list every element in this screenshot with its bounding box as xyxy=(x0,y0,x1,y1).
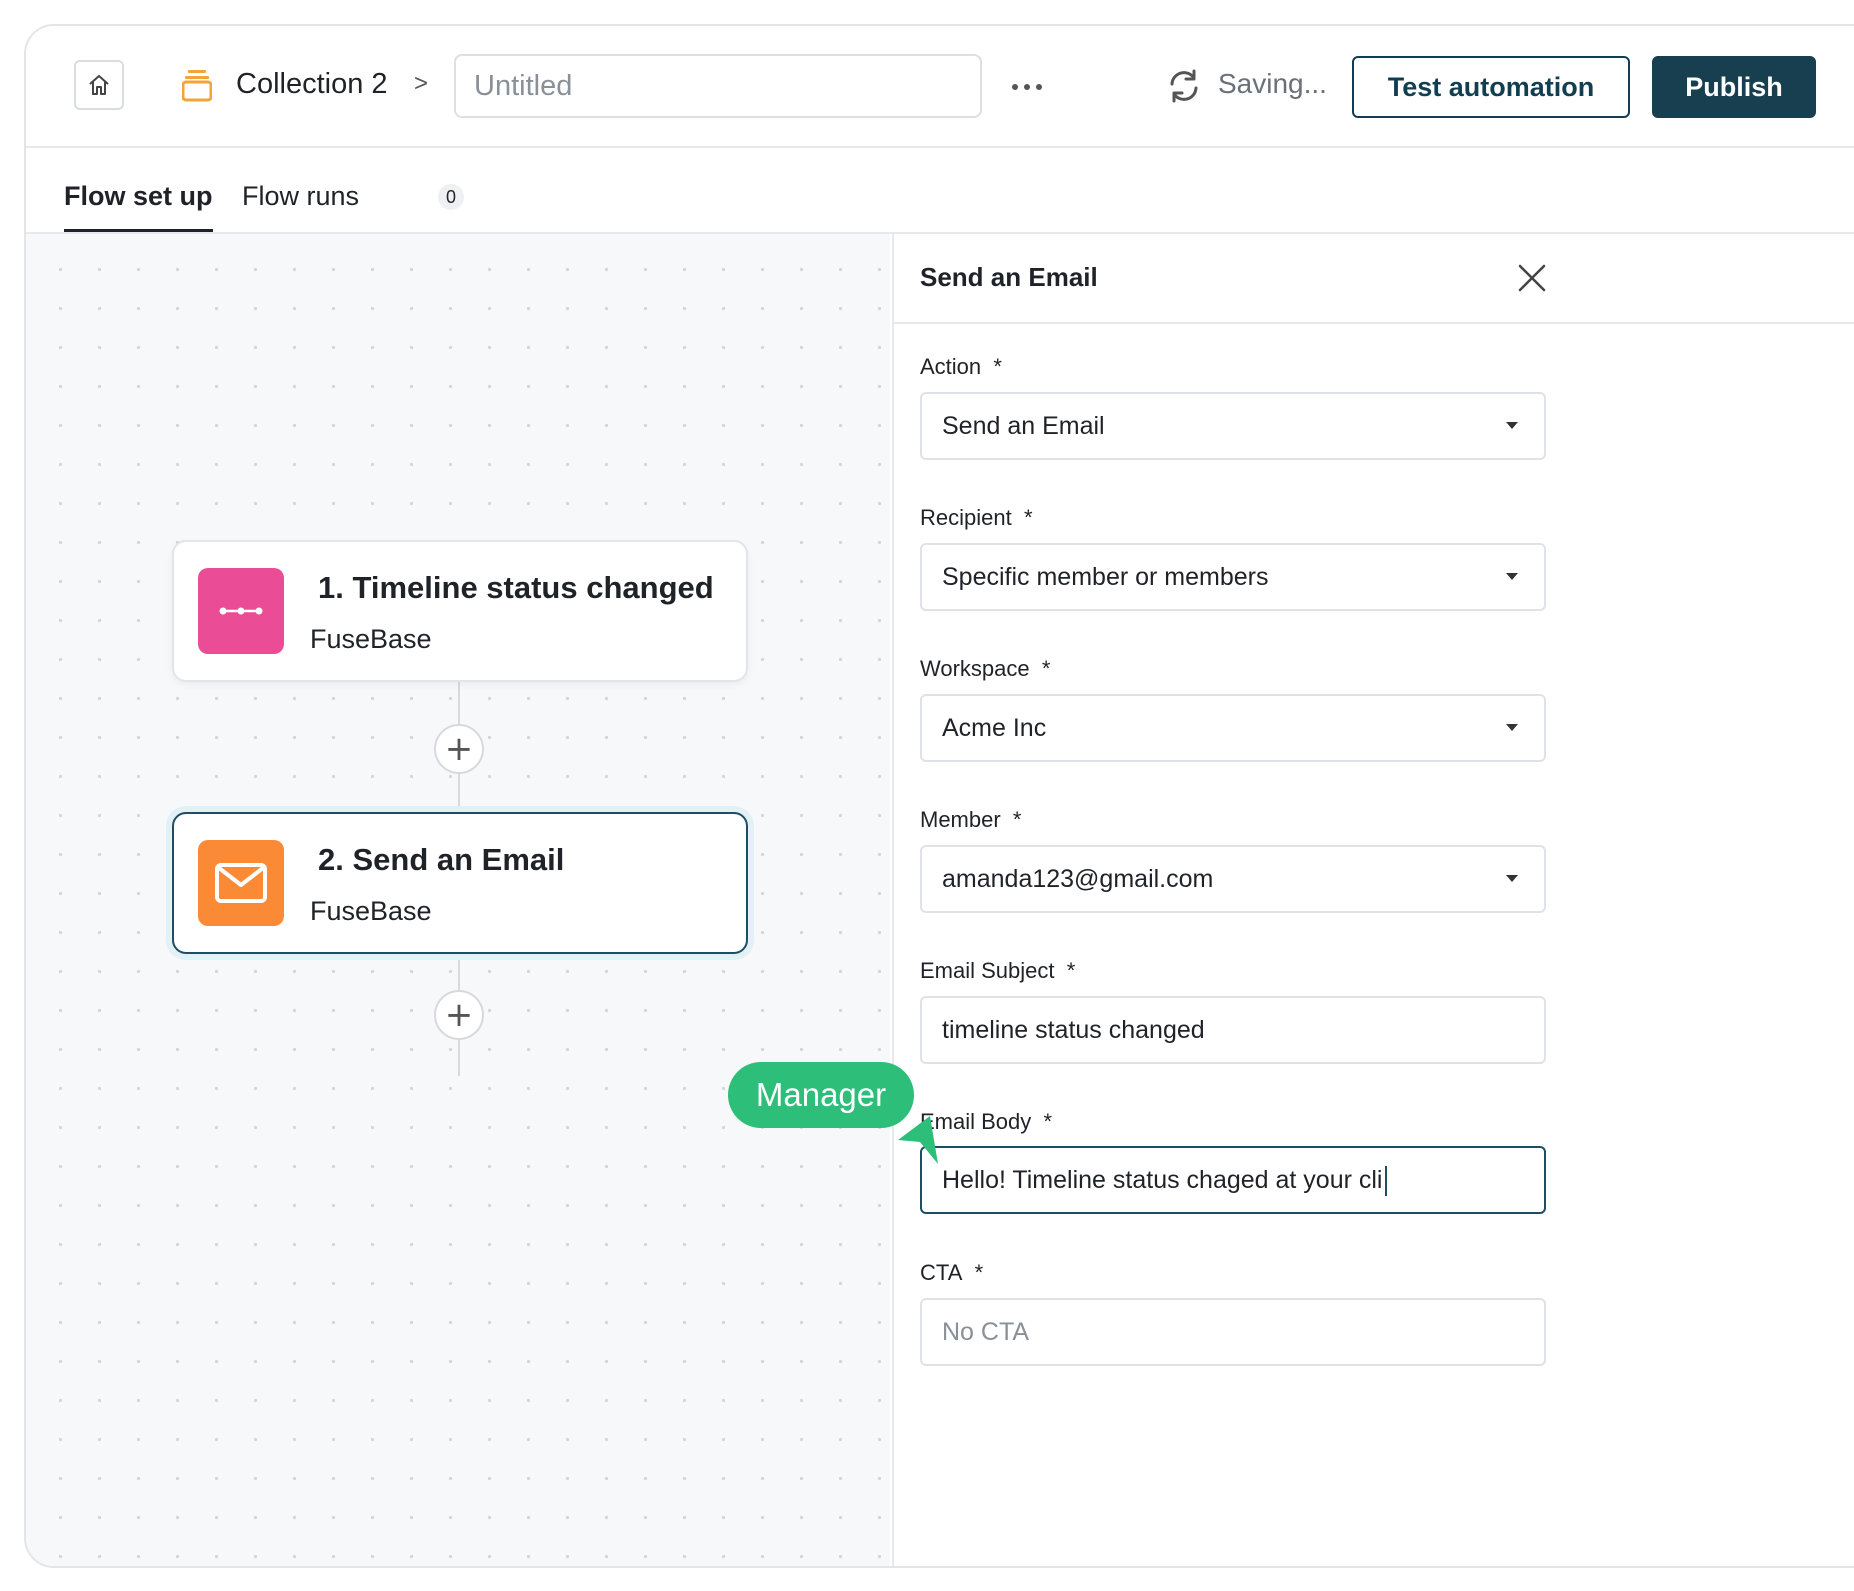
connector-line xyxy=(458,1040,460,1076)
collection-icon xyxy=(182,70,212,102)
tab-bar: Flow set up Flow runs 0 xyxy=(26,148,1854,234)
top-bar: Collection 2 > Saving... Test automation… xyxy=(26,26,1854,148)
email-subject-input[interactable]: timeline status changed xyxy=(920,996,1546,1064)
flow-node-send-email[interactable]: 2. Send an Email FuseBase xyxy=(172,812,748,954)
publish-button[interactable]: Publish xyxy=(1652,56,1816,118)
breadcrumb-separator: > xyxy=(414,70,429,97)
node-title: 2. Send an Email xyxy=(318,842,565,877)
panel-header: Send an Email xyxy=(894,234,1854,324)
node-app-name: FuseBase xyxy=(310,896,432,926)
chevron-down-icon xyxy=(1506,724,1518,731)
add-step-button[interactable]: + xyxy=(434,724,484,774)
close-icon[interactable] xyxy=(1514,260,1550,296)
more-dots-icon xyxy=(1012,84,1018,90)
tab-flow-runs[interactable]: Flow runs xyxy=(242,148,359,232)
flow-canvas[interactable]: + + 1. Timeline status changed FuseBase xyxy=(26,234,890,1566)
node-title: 1. Timeline status changed xyxy=(318,570,714,605)
chevron-down-icon xyxy=(1506,875,1518,882)
step-settings-panel: Send an Email Action * Send an Email Rec… xyxy=(892,234,1854,1566)
chevron-down-icon xyxy=(1506,573,1518,580)
workspace-label: Workspace * xyxy=(920,656,1051,681)
saving-status: Saving... xyxy=(1218,68,1327,99)
cta-label: CTA * xyxy=(920,1260,984,1285)
action-label: Action * xyxy=(920,354,1002,379)
flow-node-trigger[interactable]: 1. Timeline status changed FuseBase xyxy=(172,540,748,682)
home-button[interactable] xyxy=(74,60,124,110)
timeline-icon xyxy=(198,568,284,654)
connector-line xyxy=(458,954,460,990)
automation-name-input[interactable] xyxy=(454,54,982,118)
email-subject-label: Email Subject * xyxy=(920,958,1076,983)
tab-flow-setup[interactable]: Flow set up xyxy=(64,148,213,232)
recipient-label: Recipient * xyxy=(920,505,1033,530)
workspace-select[interactable]: Acme Inc xyxy=(920,694,1546,762)
test-automation-button[interactable]: Test automation xyxy=(1352,56,1630,118)
recipient-select[interactable]: Specific member or members xyxy=(920,543,1546,611)
collaborator-cursor-label: Manager xyxy=(728,1062,914,1128)
flow-runs-count-badge: 0 xyxy=(438,184,464,210)
chevron-down-icon xyxy=(1506,422,1518,429)
action-select[interactable]: Send an Email xyxy=(920,392,1546,460)
breadcrumb-collection[interactable]: Collection 2 xyxy=(236,68,388,101)
text-cursor xyxy=(1384,1166,1387,1197)
mail-icon xyxy=(198,840,284,926)
panel-title: Send an Email xyxy=(920,262,1098,292)
member-label: Member * xyxy=(920,807,1022,832)
member-select[interactable]: amanda123@gmail.com xyxy=(920,845,1546,913)
email-body-input[interactable]: Hello! Timeline status chaged at your cl… xyxy=(920,1146,1546,1214)
more-options-button[interactable] xyxy=(1002,62,1052,112)
cursor-pointer-icon xyxy=(898,1116,938,1164)
cta-input[interactable]: No CTA xyxy=(920,1298,1546,1366)
node-app-name: FuseBase xyxy=(310,624,432,654)
home-icon xyxy=(89,75,109,95)
sync-icon xyxy=(1170,69,1198,103)
add-step-button[interactable]: + xyxy=(434,990,484,1040)
app-window: Collection 2 > Saving... Test automation… xyxy=(24,24,1854,1568)
connector-line xyxy=(458,774,460,810)
